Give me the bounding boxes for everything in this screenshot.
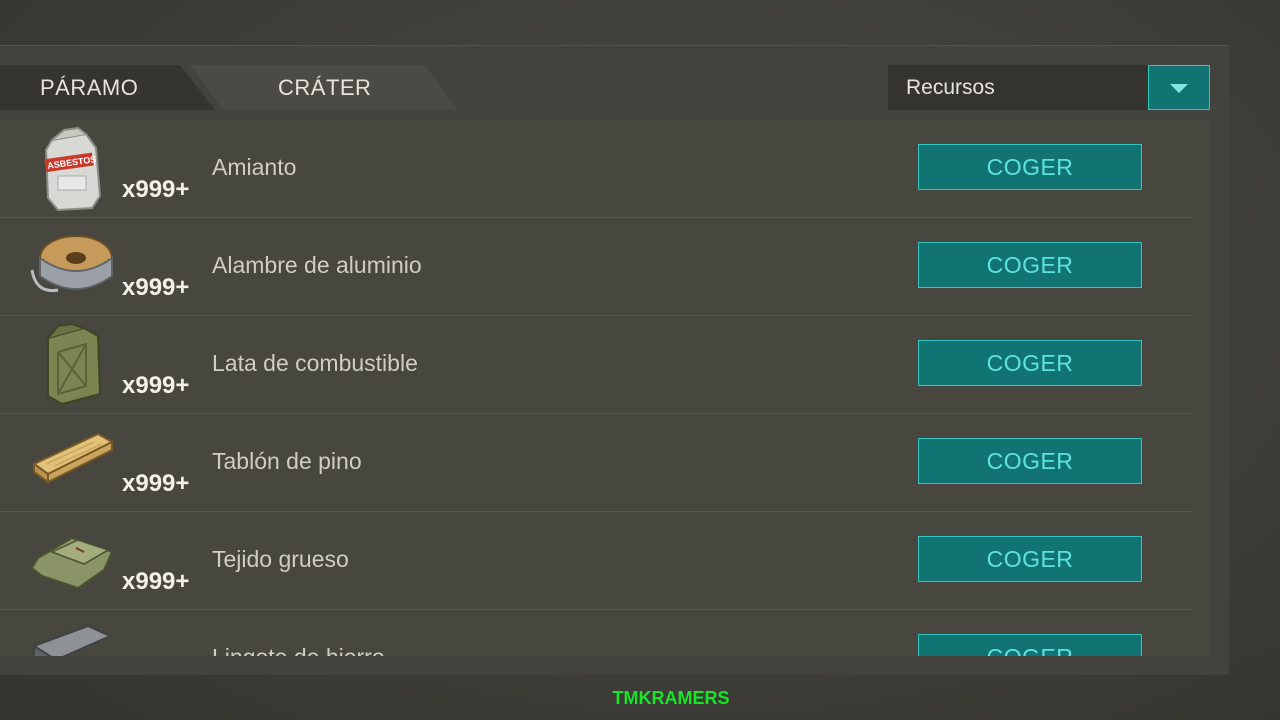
category-dropdown[interactable]: Recursos [888, 65, 1210, 110]
take-button[interactable]: COGER [918, 438, 1142, 484]
take-button[interactable]: COGER [918, 536, 1142, 582]
item-name: Amianto [212, 154, 297, 180]
asbestos-bag-icon: ASBESTOS [44, 126, 102, 212]
iron-ingot-icon [31, 624, 113, 656]
jerry-can-icon [47, 322, 102, 406]
list-item: x999+ Alambre de aluminio COGER [0, 218, 1192, 316]
take-button[interactable]: COGER [918, 144, 1142, 190]
item-quantity: x999+ [122, 176, 190, 203]
item-quantity: x999+ [122, 274, 190, 301]
cloth-icon [30, 536, 114, 590]
item-quantity: x999+ [122, 568, 190, 595]
category-dropdown-value: Recursos [906, 76, 995, 99]
item-name: Lata de combustible [212, 350, 418, 376]
item-name: Tejido grueso [212, 546, 349, 572]
chevron-down-icon [1170, 84, 1188, 93]
tab-paramo-label: PÁRAMO [40, 75, 139, 100]
resource-list[interactable]: ASBESTOS x999+ Amianto COGER x999+ Alamb… [0, 120, 1210, 656]
take-button[interactable]: COGER [918, 242, 1142, 288]
item-quantity: x999+ [122, 372, 190, 399]
wire-spool-icon [30, 235, 113, 293]
list-item: Lingote de hierro COGER [0, 610, 1192, 656]
take-button[interactable]: COGER [918, 634, 1142, 656]
item-name: Alambre de aluminio [212, 252, 422, 278]
item-quantity: x999+ [122, 470, 190, 497]
list-item: x999+ Tablón de pino COGER [0, 414, 1192, 512]
tab-crater-label: CRÁTER [278, 75, 372, 100]
take-button[interactable]: COGER [918, 340, 1142, 386]
list-item: x999+ Tejido grueso COGER [0, 512, 1192, 610]
dropdown-toggle-button[interactable] [1148, 65, 1210, 110]
list-item: ASBESTOS x999+ Amianto COGER [0, 120, 1192, 218]
list-item: x999+ Lata de combustible COGER [0, 316, 1192, 414]
tab-paramo[interactable]: PÁRAMO [0, 65, 215, 110]
location-tabs: CRÁTER PÁRAMO [0, 65, 470, 110]
tab-crater[interactable]: CRÁTER [190, 65, 458, 110]
item-name: Lingote de hierro [212, 644, 385, 656]
item-name: Tablón de pino [212, 448, 362, 474]
wood-plank-icon [32, 432, 115, 484]
channel-watermark: TMKRAMERS [612, 688, 730, 708]
